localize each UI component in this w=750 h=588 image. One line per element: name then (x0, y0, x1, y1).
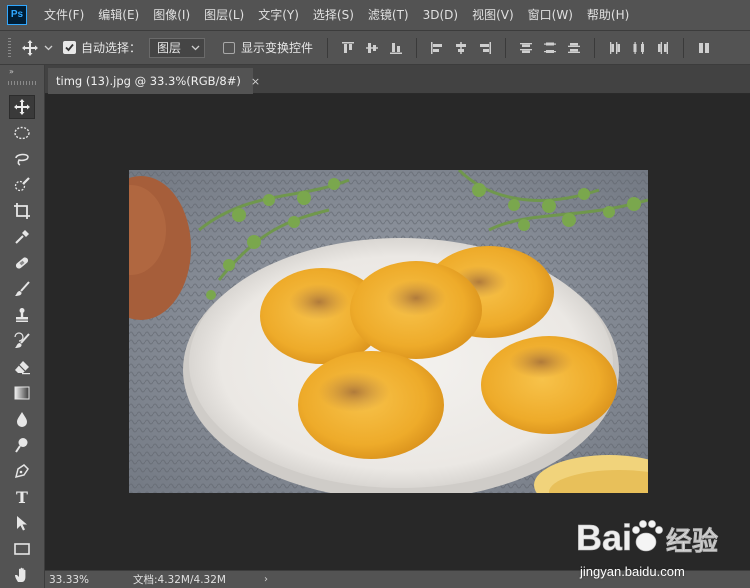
menu-type[interactable]: 文字(Y) (251, 0, 306, 30)
arrow-cursor-icon (17, 516, 27, 531)
chevron-down-icon[interactable] (44, 45, 53, 51)
elliptical-marquee-tool[interactable] (9, 121, 35, 145)
healing-brush-tool[interactable] (9, 251, 35, 275)
menu-file[interactable]: 文件(F) (37, 0, 91, 30)
stamp-icon (16, 308, 28, 322)
pen-icon (14, 464, 29, 479)
menu-image[interactable]: 图像(I) (146, 0, 197, 30)
auto-align-layers-icon[interactable] (695, 39, 713, 57)
menu-edit[interactable]: 编辑(E) (91, 0, 146, 30)
show-transform-label: 显示变换控件 (241, 41, 314, 55)
rectangle-tool[interactable] (9, 537, 35, 561)
distribute-horizontal-centers-icon[interactable] (630, 39, 648, 57)
lasso-tool[interactable] (9, 147, 35, 171)
align-vertical-centers-icon[interactable] (363, 39, 381, 57)
droplet-icon (17, 412, 27, 427)
tools-panel: » T (0, 65, 45, 588)
align-horizontal-centers-icon[interactable] (452, 39, 470, 57)
dodge-tool[interactable] (9, 433, 35, 457)
menu-select[interactable]: 选择(S) (306, 0, 361, 30)
tools-panel-grip[interactable] (8, 81, 36, 85)
distribute-top-icon[interactable] (517, 39, 535, 57)
hand-icon (15, 567, 26, 582)
bandage-icon (15, 257, 29, 269)
align-bottom-edges-icon[interactable] (387, 39, 405, 57)
divider (327, 37, 329, 58)
auto-select-target-dropdown[interactable]: 图层 (149, 37, 206, 58)
menu-help[interactable]: 帮助(H) (580, 0, 636, 30)
document-image[interactable] (129, 170, 648, 493)
crop-tool[interactable] (9, 199, 35, 223)
menu-3d[interactable]: 3D(D) (416, 0, 465, 30)
align-top-edges-icon[interactable] (339, 39, 357, 57)
quick-selection-tool[interactable] (9, 173, 35, 197)
zoom-level-field[interactable]: 33.33% (45, 574, 93, 586)
blur-tool[interactable] (9, 407, 35, 431)
brush-tool[interactable] (9, 277, 35, 301)
options-bar-grip[interactable] (8, 37, 11, 58)
auto-select-checkbox[interactable] (63, 41, 76, 54)
eyedropper-tool[interactable] (9, 225, 35, 249)
divider (416, 37, 418, 58)
menu-view[interactable]: 视图(V) (465, 0, 521, 30)
photoshop-logo: Ps (7, 5, 27, 25)
auto-select-label: 自动选择： (81, 41, 142, 55)
ellipse-marquee-icon (14, 126, 30, 140)
path-selection-tool[interactable] (9, 511, 35, 535)
chevron-down-icon (191, 45, 200, 50)
eyedropper-icon (15, 230, 29, 244)
document-tab-bar: timg (13).jpg @ 33.3%(RGB/8#) × (45, 65, 750, 94)
crop-icon (14, 203, 30, 219)
brush-icon (15, 281, 30, 296)
eraser-tool[interactable] (9, 355, 35, 379)
status-menu-arrow-icon[interactable]: › (264, 574, 268, 585)
svg-text:经验: 经验 (666, 526, 718, 557)
type-icon: T (16, 487, 28, 507)
food-photo (129, 170, 648, 493)
history-brush-tool[interactable] (9, 329, 35, 353)
document-size-info: 文档:4.32M/4.32M (133, 574, 226, 586)
distribute-left-icon[interactable] (606, 39, 624, 57)
show-transform-checkbox[interactable] (223, 41, 236, 54)
move-tool[interactable] (9, 95, 35, 119)
quick-selection-icon (14, 177, 30, 192)
align-left-edges-icon[interactable] (428, 39, 446, 57)
clone-stamp-tool[interactable] (9, 303, 35, 327)
move-tool-preset-icon[interactable] (21, 39, 39, 57)
canvas-workspace[interactable] (45, 94, 750, 570)
align-right-edges-icon[interactable] (476, 39, 494, 57)
lasso-icon (15, 153, 29, 166)
divider (594, 37, 596, 58)
gradient-tool[interactable] (9, 381, 35, 405)
move-icon (14, 99, 30, 115)
auto-select-target-value: 图层 (157, 41, 182, 55)
divider (505, 37, 507, 58)
menu-filter[interactable]: 滤镜(T) (361, 0, 416, 30)
hand-tool[interactable] (9, 563, 35, 587)
distribute-right-icon[interactable] (654, 39, 672, 57)
menu-layer[interactable]: 图层(L) (197, 0, 251, 30)
pen-tool[interactable] (9, 459, 35, 483)
gradient-icon (14, 386, 30, 400)
document-tab-title: timg (13).jpg @ 33.3%(RGB/8#) (56, 74, 241, 88)
rectangle-icon (14, 543, 30, 555)
baidu-jingyan-watermark: Bai 经验 jingyan.baidu.com (576, 508, 746, 586)
menu-window[interactable]: 窗口(W) (521, 0, 580, 30)
document-tab[interactable]: timg (13).jpg @ 33.3%(RGB/8#) × (48, 68, 260, 94)
dodge-icon (15, 438, 28, 453)
svg-text:Bai: Bai (576, 517, 632, 558)
baidu-logo: Bai 经验 (576, 517, 719, 559)
eraser-icon (15, 361, 30, 375)
collapse-panel-icon[interactable]: » (9, 67, 14, 76)
close-icon[interactable]: × (251, 75, 260, 88)
menu-bar: Ps 文件(F) 编辑(E) 图像(I) 图层(L) 文字(Y) 选择(S) 滤… (0, 0, 750, 30)
distribute-vertical-centers-icon[interactable] (541, 39, 559, 57)
options-bar: 自动选择： 图层 显示变换控件 (0, 30, 750, 65)
watermark-site-url: jingyan.baidu.com (580, 564, 685, 579)
distribute-bottom-icon[interactable] (565, 39, 583, 57)
type-tool[interactable]: T (9, 485, 35, 509)
history-brush-icon (14, 332, 30, 348)
divider (683, 37, 685, 58)
